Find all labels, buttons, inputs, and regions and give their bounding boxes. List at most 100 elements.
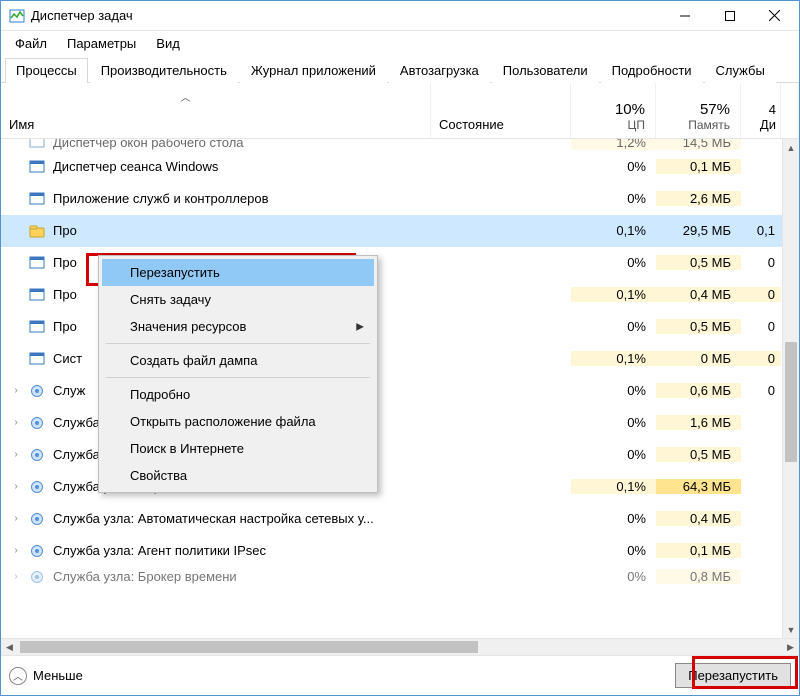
memory-value: 0,5 МБ	[656, 255, 741, 270]
memory-value: 0,5 МБ	[656, 447, 741, 462]
cpu-value: 0%	[571, 569, 656, 584]
table-row[interactable]: ›Служба узла: Агент политики IPsec0%0,1 …	[1, 535, 799, 567]
process-name: Про	[53, 319, 77, 334]
column-header-state[interactable]: Состояние	[431, 83, 571, 138]
cpu-value: 0%	[571, 447, 656, 462]
table-row[interactable]: ›Служба узла: Автоматическая настройка с…	[1, 503, 799, 535]
memory-value: 2,6 МБ	[656, 191, 741, 206]
fewer-details-button[interactable]: ︿ Меньше	[9, 667, 83, 685]
cpu-usage-percent: 10%	[575, 101, 645, 118]
expand-chevron-icon[interactable]: ›	[9, 417, 23, 428]
process-name: Про	[53, 287, 77, 302]
horizontal-scrollbar[interactable]: ◀ ▶	[1, 638, 799, 655]
table-row[interactable]: Диспетчер сеанса Windows0%0,1 МБ	[1, 151, 799, 183]
memory-value: 1,6 МБ	[656, 415, 741, 430]
process-name: Диспетчер сеанса Windows	[53, 159, 218, 174]
horizontal-scroll-thumb[interactable]	[20, 641, 478, 653]
context-menu-properties[interactable]: Свойства	[102, 462, 374, 489]
cpu-value: 0,1%	[571, 479, 656, 494]
tab-app-history[interactable]: Журнал приложений	[240, 58, 387, 83]
column-header-state-label: Состояние	[439, 117, 504, 132]
window-icon	[29, 139, 45, 150]
memory-value: 14,5 МБ	[656, 139, 741, 150]
scroll-up-icon[interactable]: ▲	[783, 139, 799, 156]
gear-icon	[29, 479, 45, 495]
gear-icon	[29, 447, 45, 463]
tab-performance[interactable]: Производительность	[90, 58, 238, 83]
expand-chevron-icon[interactable]: ›	[9, 513, 23, 524]
process-name: Диспетчер окон рабочего стола	[53, 139, 244, 150]
cpu-value: 0%	[571, 511, 656, 526]
vertical-scrollbar[interactable]: ▲ ▼	[782, 139, 799, 638]
submenu-arrow-icon: ▶	[356, 321, 364, 332]
close-button[interactable]	[752, 1, 797, 30]
memory-value: 64,3 МБ	[656, 479, 741, 494]
context-menu-resource-values-label: Значения ресурсов	[130, 319, 246, 334]
cpu-label: ЦП	[575, 118, 645, 132]
cpu-value: 0,1%	[571, 287, 656, 302]
tab-details[interactable]: Подробности	[601, 58, 703, 83]
cpu-value: 0%	[571, 319, 656, 334]
vertical-scroll-thumb[interactable]	[785, 342, 797, 462]
maximize-button[interactable]	[707, 1, 752, 30]
expand-chevron-icon[interactable]: ›	[9, 385, 23, 396]
process-name: Служба узла: Брокер времени	[53, 569, 237, 584]
disk-value: 0	[741, 287, 781, 302]
window-icon	[29, 159, 45, 175]
context-menu-end-task[interactable]: Снять задачу	[102, 286, 374, 313]
context-menu-search-online[interactable]: Поиск в Интернете	[102, 435, 374, 462]
context-menu-restart[interactable]: Перезапустить	[102, 259, 374, 286]
tab-users[interactable]: Пользователи	[492, 58, 599, 83]
app-icon	[9, 8, 25, 24]
menu-view[interactable]: Вид	[148, 34, 188, 53]
window-icon	[29, 191, 45, 207]
disk-value: 0	[741, 351, 781, 366]
table-row[interactable]: Диспетчер окон рабочего стола1,2%14,5 МБ	[1, 139, 799, 151]
titlebar: Диспетчер задач	[1, 1, 799, 31]
menu-options[interactable]: Параметры	[59, 34, 144, 53]
gear-icon	[29, 511, 45, 527]
tab-strip: Процессы Производительность Журнал прило…	[1, 55, 799, 83]
column-header-disk[interactable]: 4 Ди	[741, 83, 781, 138]
cpu-value: 0,1%	[571, 351, 656, 366]
window-icon	[29, 319, 45, 335]
column-header-name[interactable]: ︿ Имя	[1, 83, 431, 138]
table-row[interactable]: Приложение служб и контроллеров0%2,6 МБ	[1, 183, 799, 215]
column-header-memory[interactable]: 57% Память	[656, 83, 741, 138]
cpu-value: 0%	[571, 255, 656, 270]
expand-chevron-icon[interactable]: ›	[9, 481, 23, 492]
window-icon	[29, 287, 45, 303]
column-header-cpu[interactable]: 10% ЦП	[571, 83, 656, 138]
disk-label: Ди	[745, 117, 776, 132]
column-header-name-label: Имя	[9, 117, 422, 132]
minimize-button[interactable]	[662, 1, 707, 30]
table-row[interactable]: ›Служба узла: Брокер времени0%0,8 МБ	[1, 567, 799, 587]
scroll-down-icon[interactable]: ▼	[783, 621, 799, 638]
scroll-left-icon[interactable]: ◀	[1, 639, 18, 655]
process-name: Приложение служб и контроллеров	[53, 191, 269, 206]
context-menu-resource-values[interactable]: Значения ресурсов ▶	[102, 313, 374, 340]
expand-chevron-icon[interactable]: ›	[9, 449, 23, 460]
table-row[interactable]: Про0,1%29,5 МБ0,1	[1, 215, 799, 247]
memory-value: 0,4 МБ	[656, 511, 741, 526]
sort-caret-icon: ︿	[181, 89, 191, 104]
expand-chevron-icon[interactable]: ›	[9, 545, 23, 556]
cpu-value: 0%	[571, 543, 656, 558]
context-menu-create-dump[interactable]: Создать файл дампа	[102, 347, 374, 374]
gear-icon	[29, 415, 45, 431]
process-name: Про	[53, 223, 77, 238]
context-menu: Перезапустить Снять задачу Значения ресу…	[98, 255, 378, 493]
menu-file[interactable]: Файл	[7, 34, 55, 53]
tab-processes[interactable]: Процессы	[5, 58, 88, 83]
expand-chevron-icon[interactable]: ›	[9, 571, 23, 582]
process-name: Про	[53, 255, 77, 270]
context-menu-details[interactable]: Подробно	[102, 381, 374, 408]
memory-value: 0,5 МБ	[656, 319, 741, 334]
tab-services[interactable]: Службы	[705, 58, 776, 83]
fewer-details-label: Меньше	[33, 668, 83, 683]
context-menu-open-location[interactable]: Открыть расположение файла	[102, 408, 374, 435]
scroll-right-icon[interactable]: ▶	[782, 639, 799, 655]
tab-startup[interactable]: Автозагрузка	[389, 58, 490, 83]
restart-button[interactable]: Перезапустить	[675, 663, 791, 688]
gear-icon	[29, 569, 45, 585]
